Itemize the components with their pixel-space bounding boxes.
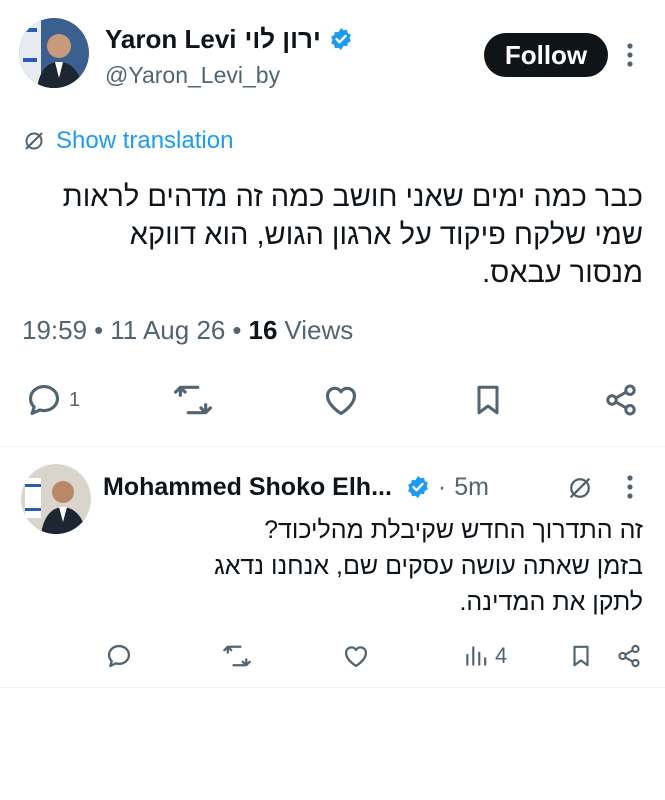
author-name[interactable]: Yaron Levi (105, 24, 237, 55)
tweet-text-line: שמי שלקח פיקוד על ארגון הגוש, הוא דווקא (129, 219, 643, 251)
reply-icon[interactable] (105, 642, 133, 670)
verified-badge-icon (329, 27, 353, 51)
views-button[interactable]: 4 (463, 642, 507, 670)
bookmark-icon[interactable] (568, 642, 594, 670)
divider (0, 687, 665, 688)
retweet-icon[interactable] (222, 642, 252, 670)
divider (0, 446, 665, 447)
separator: · (437, 472, 447, 501)
author-handle[interactable]: @Yaron_Levi_by (105, 62, 280, 89)
reply-count: 1 (69, 388, 81, 411)
follow-button[interactable]: Follow (484, 33, 608, 77)
views-icon (463, 642, 489, 670)
separator: • (232, 315, 242, 345)
tweet-date[interactable]: 11 Aug 26 (110, 315, 225, 346)
author-avatar[interactable] (19, 18, 89, 88)
views-label: Views (284, 315, 354, 345)
tweet-text-line: כבר כמה ימים שאני חושב כמה זה מדהים לראו… (62, 181, 643, 213)
reply-text-line: בזמן שאתה עושה עסקים שם, אנחנו נדאג (214, 552, 643, 580)
translate-icon[interactable] (566, 474, 594, 502)
tweet-text: כבר כמה ימים שאני חושב כמה זה מדהים לראו… (13, 178, 643, 292)
reply-author-name[interactable]: Mohammed Shoko Elh... (103, 473, 392, 502)
like-icon[interactable] (322, 381, 360, 419)
separator: • (94, 315, 104, 345)
reply-text-line: לתקן את המדינה. (459, 588, 643, 616)
retweet-icon[interactable] (172, 381, 214, 419)
show-translation-link[interactable]: Show translation (22, 126, 233, 156)
author-name-hebrew[interactable]: ירון לוי (245, 24, 321, 55)
views-count: 16 (248, 315, 278, 345)
like-icon[interactable] (342, 642, 370, 670)
share-icon[interactable] (616, 642, 642, 670)
show-translation-label[interactable]: Show translation (56, 127, 233, 155)
reply-button[interactable]: 1 (25, 381, 80, 419)
tweet-time[interactable]: 19:59 (22, 315, 87, 346)
bookmark-icon[interactable] (470, 381, 506, 419)
more-options-icon[interactable] (620, 42, 640, 68)
share-icon[interactable] (603, 381, 639, 419)
reply-icon (25, 381, 63, 419)
translate-icon (22, 129, 46, 153)
reply-author-avatar[interactable] (21, 464, 91, 534)
tweet-text-line: מנסור עבאס. (482, 257, 643, 289)
more-options-icon[interactable] (620, 474, 640, 500)
reply-views-count: 4 (495, 643, 508, 668)
verified-badge-icon (406, 475, 430, 499)
reply-time[interactable]: 5m (454, 473, 489, 502)
reply-text-line: זה התדרוך החדש שקיבלת מהליכוד? (264, 516, 643, 544)
reply-text: זה התדרוך החדש שקיבלת מהליכוד? בזמן שאתה… (103, 512, 643, 620)
tweet-meta: 19:59 • 11 Aug 26 • 16 Views (22, 315, 353, 346)
